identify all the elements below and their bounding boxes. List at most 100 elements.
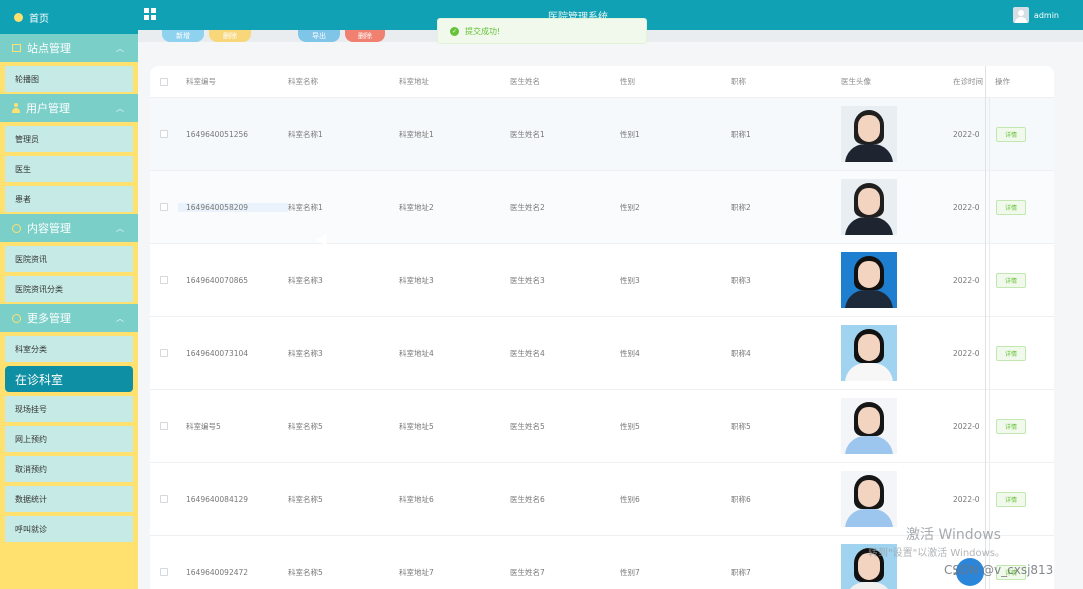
cell-name: 科室名称5 [288, 567, 323, 577]
sidebar-item-online-booking[interactable]: 网上预约 [3, 424, 135, 454]
cell-title: 职称5 [731, 421, 751, 431]
detail-button[interactable]: 详情 [996, 199, 1026, 215]
menu-grid-icon[interactable] [144, 8, 156, 20]
main-content: 科室编号 科室名称 科室地址 医生姓名 性别 职称 医生头像 在诊时间 操作 1… [138, 42, 1083, 589]
sidebar-home[interactable]: 首页 [0, 0, 138, 34]
sidebar-item-active-dept[interactable]: 在诊科室 [3, 364, 135, 394]
table-body: 1649640051256 科室名称1 科室地址1 医生姓名1 性别1 职称1 2022-0… [150, 98, 1054, 589]
cell-title: 职称4 [731, 348, 751, 358]
cell-name: 科室名称3 [288, 348, 323, 358]
table-header: 科室编号 科室名称 科室地址 医生姓名 性别 职称 医生头像 在诊时间 操作 [150, 66, 1054, 98]
toast-message: 提交成功! [465, 26, 501, 36]
cell-address: 科室地址3 [399, 275, 434, 285]
header-date[interactable]: 在诊时间 [953, 76, 989, 87]
row-checkbox[interactable] [160, 349, 168, 357]
cell-address: 科室地址6 [399, 494, 434, 504]
sidebar-group-label: 内容管理 [27, 222, 71, 235]
cell-title: 职称1 [731, 129, 751, 139]
success-toast: ✓ 提交成功! [437, 18, 647, 44]
cell-doctor: 医生姓名6 [510, 494, 545, 504]
cell-date: 2022-0 [953, 421, 980, 431]
sidebar-item-patient[interactable]: 患者 [3, 184, 135, 214]
cell-title: 职称2 [731, 202, 751, 212]
windows-activation-title: 激活 Windows [906, 527, 1001, 543]
detail-button[interactable]: 详情 [996, 418, 1026, 434]
cell-title: 职称7 [731, 567, 751, 577]
cell-name: 科室名称5 [288, 494, 323, 504]
header-title[interactable]: 职称 [731, 76, 841, 87]
cell-id: 1649640073104 [186, 348, 249, 358]
header-photo: 医生头像 [841, 77, 871, 86]
table-row[interactable]: 1649640051256 科室名称1 科室地址1 医生姓名1 性别1 职称1 2022-0… [150, 98, 1054, 171]
row-checkbox[interactable] [160, 203, 168, 211]
sidebar-group-content[interactable]: 内容管理 ︿ [0, 214, 138, 244]
sidebar-item-dept-category[interactable]: 科室分类 [3, 334, 135, 364]
sidebar-item-statistics[interactable]: 数据统计 [3, 484, 135, 514]
export-button[interactable]: 导出 [298, 30, 340, 42]
select-all-checkbox[interactable] [160, 77, 168, 86]
home-icon [14, 12, 23, 22]
sidebar-item-news-category[interactable]: 医院资讯分类 [3, 274, 135, 304]
detail-button[interactable]: 详情 [996, 345, 1026, 361]
header-name[interactable]: 科室名称 [288, 76, 399, 87]
cell-sex: 性别4 [620, 348, 640, 358]
detail-button[interactable]: 详情 [996, 126, 1026, 142]
batch-delete-button[interactable]: 删除 [345, 30, 385, 42]
sidebar-group-site[interactable]: 站点管理 ︿ [0, 34, 138, 64]
sidebar-item-call-visit[interactable]: 呼叫就诊 [3, 514, 135, 544]
cell-doctor: 医生姓名3 [510, 275, 545, 285]
table-row[interactable]: 科室编号5 科室名称5 科室地址5 医生姓名5 性别5 职称5 2022-0 详情 [150, 390, 1054, 463]
user-menu[interactable]: admin [1012, 7, 1059, 23]
row-checkbox[interactable] [160, 495, 168, 503]
cell-date: 2022-0 [953, 494, 980, 504]
sidebar-item-onsite-register[interactable]: 现场挂号 [3, 394, 135, 424]
header-id[interactable]: 科室编号 [178, 76, 288, 87]
cell-sex: 性别1 [620, 129, 640, 139]
table-row[interactable]: 1649640073104 科室名称3 科室地址4 医生姓名4 性别4 职称4 2022-0… [150, 317, 1054, 390]
sidebar-item-news[interactable]: 医院资讯 [3, 244, 135, 274]
cell-name: 科室名称1 [288, 202, 323, 212]
detail-button[interactable]: 详情 [996, 491, 1026, 507]
row-checkbox[interactable] [160, 422, 168, 430]
doctor-photo [841, 252, 897, 308]
sidebar-item-admin[interactable]: 管理员 [3, 124, 135, 154]
delete-button[interactable]: 删除 [209, 30, 251, 42]
header-sex[interactable]: 性别 [620, 76, 731, 87]
data-table: 科室编号 科室名称 科室地址 医生姓名 性别 职称 医生头像 在诊时间 操作 1… [150, 66, 1054, 589]
chat-icon [12, 223, 21, 233]
sidebar-item-cancel-booking[interactable]: 取消预约 [3, 454, 135, 484]
cell-sex: 性别2 [620, 202, 640, 212]
cell-sex: 性别6 [620, 494, 640, 504]
header-doctor[interactable]: 医生姓名 [510, 76, 620, 87]
cell-doctor: 医生姓名7 [510, 567, 545, 577]
check-circle-icon: ✓ [450, 26, 459, 36]
cell-address: 科室地址4 [399, 348, 434, 358]
row-checkbox[interactable] [160, 276, 168, 284]
table-row[interactable]: 1649640070865 科室名称3 科室地址3 医生姓名3 性别3 职称3 2022-0… [150, 244, 1054, 317]
sidebar-item-carousel[interactable]: 轮播图 [3, 64, 135, 94]
more-icon [12, 313, 21, 323]
cell-doctor: 医生姓名5 [510, 421, 545, 431]
user-icon [12, 103, 20, 113]
row-checkbox[interactable] [160, 130, 168, 138]
add-button[interactable]: 新增 [162, 30, 204, 42]
user-name: admin [1033, 10, 1059, 20]
header-address[interactable]: 科室地址 [399, 76, 510, 87]
cell-sex: 性别5 [620, 421, 640, 431]
cell-name: 科室名称3 [288, 275, 323, 285]
sidebar-item-doctor[interactable]: 医生 [3, 154, 135, 184]
table-divider [985, 66, 986, 589]
cell-doctor: 医生姓名4 [510, 348, 545, 358]
detail-button[interactable]: 详情 [996, 272, 1026, 288]
cell-sex: 性别7 [620, 567, 640, 577]
table-row[interactable]: 1649640058209 科室名称1 科室地址2 医生姓名2 性别2 职称2 2022-0… [150, 171, 1054, 244]
cell-id: 科室编号5 [186, 421, 221, 431]
windows-activation-hint: 转到"设置"以激活 Windows。 [868, 548, 1006, 559]
sidebar-group-users[interactable]: 用户管理 ︿ [0, 94, 138, 124]
chevron-up-icon: ︿ [116, 103, 124, 113]
sidebar-home-label: 首页 [29, 13, 49, 25]
cell-id: 1649640070865 [186, 275, 249, 285]
row-checkbox[interactable] [160, 568, 168, 576]
cell-address: 科室地址2 [399, 202, 434, 212]
sidebar-group-more[interactable]: 更多管理 ︿ [0, 304, 138, 334]
